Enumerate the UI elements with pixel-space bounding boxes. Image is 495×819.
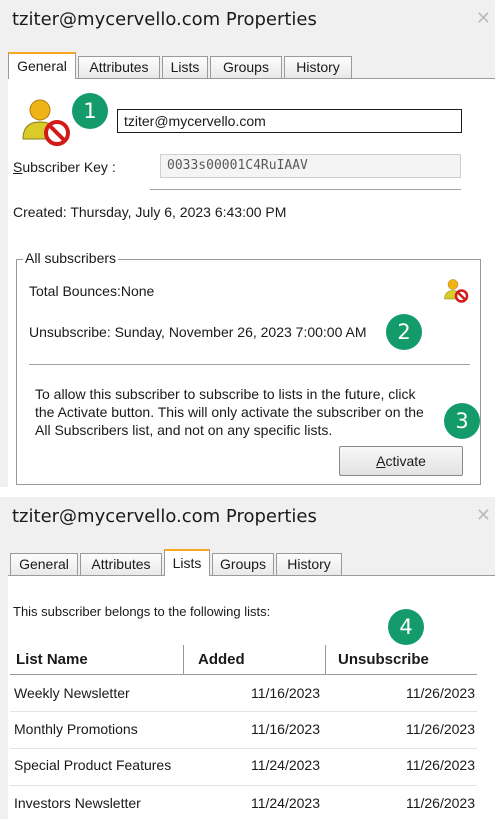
callout-badge-3: 3 — [444, 403, 480, 439]
all-subscribers-group: All subscribers Total Bounces:None Unsub… — [16, 250, 481, 485]
subscriber-key-label: Subscriber Key : — [13, 159, 116, 175]
table-row[interactable]: Weekly Newsletter 11/16/2023 11/26/2023 — [10, 675, 477, 711]
table-row[interactable]: Investors Newsletter 11/24/2023 11/26/20… — [10, 786, 477, 819]
unsubscribed-user-icon — [22, 99, 70, 146]
properties-window-general: tziter@mycervello.com Properties ✕ Gener… — [0, 0, 495, 487]
callout-badge-4: 4 — [388, 609, 424, 645]
unsubscribe-cell: 11/26/2023 — [405, 685, 475, 701]
close-icon[interactable]: ✕ — [476, 505, 491, 526]
subscriber-key-field[interactable]: 0033s00001C4RuIAAV — [160, 154, 461, 178]
group-title: All subscribers — [23, 250, 119, 266]
list-name-cell: Investors Newsletter — [14, 795, 141, 811]
tab-attributes[interactable]: Attributes — [78, 56, 160, 78]
group-divider — [29, 364, 470, 365]
added-cell: 11/24/2023 — [250, 757, 320, 773]
divider — [150, 189, 461, 190]
list-name-cell: Special Product Features — [14, 757, 172, 773]
tab-lists[interactable]: Lists — [162, 56, 208, 78]
callout-badge-2: 2 — [386, 314, 422, 350]
unsubscribe-date-text: Unsubscribe: Sunday, November 26, 2023 7… — [29, 324, 367, 340]
info-line-3: All Subscribers list, and not on any spe… — [35, 422, 333, 438]
col-header-added[interactable]: Added — [184, 645, 326, 675]
total-bounces-text: Total Bounces:None — [29, 283, 155, 299]
activate-label-rest: ctivate — [385, 453, 426, 469]
subscriber-key-label-text: ubscriber Key : — [22, 159, 116, 175]
properties-window-lists: tziter@mycervello.com Properties ✕ Gener… — [0, 497, 495, 819]
email-field[interactable]: tziter@mycervello.com — [117, 109, 462, 133]
unsubscribe-cell: 11/26/2023 — [405, 757, 475, 773]
lists-panel: This subscriber belongs to the following… — [8, 575, 495, 819]
activate-button[interactable]: Activate — [339, 446, 463, 476]
info-line-1: To allow this subscriber to subscribe to… — [35, 386, 416, 402]
window-title: tziter@mycervello.com Properties — [12, 9, 317, 30]
created-text: Created: Thursday, July 6, 2023 6:43:00 … — [13, 204, 287, 220]
unsubscribe-cell: 11/26/2023 — [405, 721, 475, 737]
added-cell: 11/16/2023 — [250, 721, 320, 737]
tab-attributes[interactable]: Attributes — [80, 553, 162, 575]
general-panel: 1 tziter@mycervello.com Subscriber Key :… — [8, 78, 495, 487]
tab-lists[interactable]: Lists — [164, 549, 210, 576]
window-title: tziter@mycervello.com Properties — [12, 506, 317, 527]
col-header-list-name[interactable]: List Name — [10, 645, 184, 675]
tab-general[interactable]: General — [10, 553, 78, 575]
info-line-2: the Activate button. This will only acti… — [35, 404, 424, 420]
unsubscribe-cell: 11/26/2023 — [405, 795, 475, 811]
tab-history[interactable]: History — [276, 553, 342, 575]
list-name-cell: Monthly Promotions — [14, 721, 138, 737]
tab-history[interactable]: History — [284, 56, 352, 78]
lists-table: List Name Added Unsubscribe Weekly Newsl… — [10, 645, 477, 819]
added-cell: 11/16/2023 — [250, 685, 320, 701]
col-header-unsubscribe[interactable]: Unsubscribe — [326, 645, 477, 675]
list-name-cell: Weekly Newsletter — [14, 685, 130, 701]
unsubscribed-user-icon — [444, 279, 469, 303]
lists-intro-text: This subscriber belongs to the following… — [13, 604, 271, 619]
added-cell: 11/24/2023 — [250, 795, 320, 811]
close-icon[interactable]: ✕ — [476, 8, 491, 29]
callout-badge-1: 1 — [72, 93, 108, 129]
tab-groups[interactable]: Groups — [212, 553, 274, 575]
tab-general[interactable]: General — [8, 52, 76, 79]
title-bar: tziter@mycervello.com Properties ✕ — [0, 0, 495, 42]
table-row[interactable]: Monthly Promotions 11/16/2023 11/26/2023 — [10, 712, 477, 748]
tab-groups[interactable]: Groups — [210, 56, 282, 78]
table-row[interactable]: Special Product Features 11/24/2023 11/2… — [10, 749, 477, 785]
title-bar: tziter@mycervello.com Properties ✕ — [0, 497, 495, 539]
